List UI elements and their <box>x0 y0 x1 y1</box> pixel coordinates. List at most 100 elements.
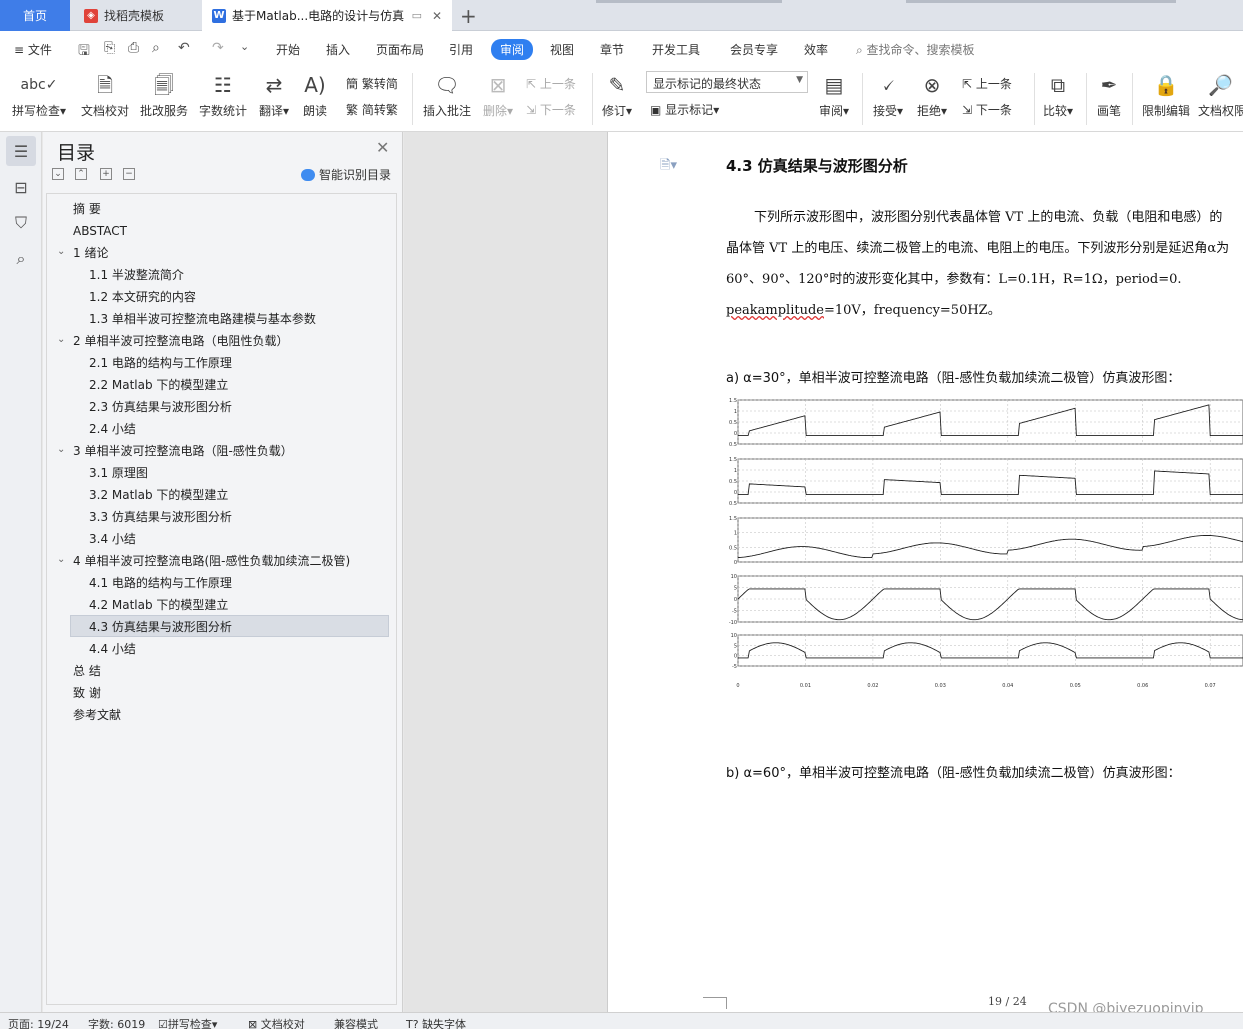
search-icon[interactable]: ⌕ <box>6 244 36 274</box>
menu-4[interactable]: 审阅 <box>491 39 534 60</box>
markup-state-select[interactable]: 显示标记的最终状态 ▼ <box>646 71 808 93</box>
close-icon[interactable]: ✕ <box>376 138 389 157</box>
chapter-pane-icon[interactable]: ⊟ <box>6 172 36 202</box>
menu-7[interactable]: 开发工具 <box>652 41 700 58</box>
show-markup-button[interactable]: ▣ 显示标记▾ <box>650 101 719 118</box>
print-icon[interactable]: ⎙ <box>128 40 139 56</box>
toc-item[interactable]: 4.3 仿真结果与波形图分析 <box>89 616 232 638</box>
new-tab-button[interactable]: + <box>460 4 477 28</box>
toc-item[interactable]: 1.1 半波整流简介 <box>89 264 184 286</box>
toc-item[interactable]: ABSTACT <box>73 220 127 242</box>
menu-0[interactable]: 开始 <box>276 41 300 58</box>
menu-5[interactable]: 视图 <box>550 41 574 58</box>
pen-button[interactable]: ✒ 画笔 <box>1094 70 1124 119</box>
toc-item[interactable]: 3.2 Matlab 下的模型建立 <box>89 484 228 506</box>
toc-pane-icon[interactable]: ☰ <box>6 136 36 166</box>
menu-2[interactable]: 页面布局 <box>376 41 424 58</box>
menu-9[interactable]: 效率 <box>804 41 828 58</box>
accept-button[interactable]: 🗸 接受▾ <box>870 70 906 119</box>
add-heading-icon[interactable]: + <box>100 168 112 180</box>
cloud-sync-icon[interactable]: ▭ <box>412 9 422 22</box>
batch-service-button[interactable]: 🗐 批改服务 <box>140 70 188 119</box>
next-change-button[interactable]: ⇲ 下一条 <box>962 101 1012 118</box>
tab-document[interactable]: W 基于Matlab...电路的设计与仿真 ▭ ✕ <box>202 0 452 31</box>
chevron-down-icon[interactable]: ⌄ <box>57 444 65 455</box>
chevron-down-icon[interactable]: ⌄ <box>240 40 249 53</box>
word-count[interactable]: 字数: 6019 <box>88 1016 145 1029</box>
toc-item[interactable]: 3.4 小结 <box>89 528 136 550</box>
tab-template[interactable]: ◈ 找稻壳模板 <box>74 0 198 31</box>
toc-item[interactable]: 3.1 原理图 <box>89 462 148 484</box>
toc-item[interactable]: 2.4 小结 <box>89 418 136 440</box>
export-pdf-icon[interactable]: ⎘ <box>104 40 115 56</box>
page-indicator[interactable]: 页面: 19/24 <box>8 1016 69 1029</box>
checkbox-icon: ☑ <box>158 1018 168 1029</box>
next-comment-button[interactable]: ⇲ 下一条 <box>526 101 576 118</box>
smart-toc-button[interactable]: 智能识别目录 <box>301 166 391 183</box>
toc-item[interactable]: 2.3 仿真结果与波形图分析 <box>89 396 232 418</box>
translate-label: 翻译 <box>258 104 283 118</box>
chevron-down-icon[interactable]: ⌄ <box>57 246 65 257</box>
prev-comment-button[interactable]: ⇱ 上一条 <box>526 75 576 92</box>
menu-8[interactable]: 会员专享 <box>730 41 778 58</box>
prev-change-button[interactable]: ⇱ 上一条 <box>962 75 1012 92</box>
toc-item[interactable]: 2.2 Matlab 下的模型建立 <box>89 374 228 396</box>
delete-label: 删除 <box>482 104 507 118</box>
reject-button[interactable]: ⊗ 拒绝▾ <box>914 70 950 119</box>
toc-item[interactable]: 总 结 <box>73 660 101 682</box>
chevron-down-icon[interactable]: ⌄ <box>57 554 65 565</box>
close-tab-icon[interactable]: ✕ <box>432 9 442 23</box>
doc-check-button[interactable]: 🗎 文档校对 <box>80 70 130 119</box>
file-menu[interactable]: ≡ 文件 <box>14 41 52 58</box>
spellcheck-button[interactable]: abc✓ 拼写检查▾ <box>10 70 68 119</box>
y-tick-label: 10 <box>731 574 737 580</box>
word-count-label: 字数统计 <box>198 104 247 118</box>
toc-item[interactable]: 4.1 电路的结构与工作原理 <box>89 572 232 594</box>
toc-item[interactable]: 2.1 电路的结构与工作原理 <box>89 352 232 374</box>
compare-button[interactable]: ⧉ 比较▾ <box>1040 70 1076 119</box>
save-icon[interactable]: 🖫 <box>78 40 90 64</box>
translate-button[interactable]: ⇄ 翻译▾ <box>256 70 292 119</box>
toc-item[interactable]: 摘 要 <box>73 198 101 220</box>
toc-item[interactable]: 4 单相半波可控整流电路(阻-感性负载加续流二极管) <box>73 550 350 572</box>
toc-item[interactable]: 2 单相半波可控整流电路（电阻性负载） <box>73 330 288 352</box>
chevron-down-icon[interactable]: ⌄ <box>57 334 65 345</box>
toc-item[interactable]: 1.3 单相半波可控整流电路建模与基本参数 <box>89 308 316 330</box>
tab-home[interactable]: 首页 <box>0 0 70 31</box>
toc-item[interactable]: 3 单相半波可控整流电路（阻-感性负载） <box>73 440 293 462</box>
delete-comment-button[interactable]: ⊠ 删除▾ <box>480 70 516 119</box>
expand-up-icon[interactable]: ⌃ <box>75 168 87 180</box>
bookmark-icon[interactable]: ⛉ <box>6 208 36 238</box>
paragraph-handle-icon[interactable]: 🗎▾ <box>660 156 677 178</box>
toc-item[interactable]: 1.2 本文研究的内容 <box>89 286 196 308</box>
redo-icon[interactable]: ↷ <box>212 40 224 56</box>
doc-permission-button[interactable]: 🔎 文档权限 <box>1198 70 1243 119</box>
track-changes-button[interactable]: ✎ 修订▾ <box>598 70 636 119</box>
status-doccheck[interactable]: ⊠ 文档校对 <box>248 1016 305 1029</box>
command-search[interactable]: ⌕ 查找命令、搜索模板 <box>856 41 975 58</box>
compare-label: 比较 <box>1042 104 1067 118</box>
misspelled-word[interactable]: peakamplitude <box>726 303 824 318</box>
read-aloud-button[interactable]: A) 朗读 <box>300 70 330 119</box>
undo-icon[interactable]: ↶ <box>178 40 190 56</box>
menu-6[interactable]: 章节 <box>600 41 624 58</box>
toc-item[interactable]: 1 绪论 <box>73 242 108 264</box>
toc-item[interactable]: 4.2 Matlab 下的模型建立 <box>89 594 228 616</box>
print-preview-icon[interactable]: ⌕ <box>152 40 160 56</box>
menu-3[interactable]: 引用 <box>449 41 473 58</box>
toc-item[interactable]: 4.4 小结 <box>89 638 136 660</box>
status-spellcheck[interactable]: ☑拼写检查▾ <box>158 1016 217 1029</box>
restrict-edit-button[interactable]: 🔒 限制编辑 <box>1140 70 1192 119</box>
toc-item[interactable]: 致 谢 <box>73 682 101 704</box>
menu-1[interactable]: 插入 <box>326 41 350 58</box>
collapse-all-icon[interactable]: ⌄ <box>52 168 64 180</box>
review-pane-button[interactable]: ▤ 审阅▾ <box>816 70 852 119</box>
toc-item[interactable]: 3.3 仿真结果与波形图分析 <box>89 506 232 528</box>
to-simplified-button[interactable]: 繁 简转繁 <box>346 101 398 118</box>
word-count-button[interactable]: ☷ 字数统计 <box>198 70 248 119</box>
to-traditional-button[interactable]: 簡 繁转简 <box>346 75 398 92</box>
insert-comment-button[interactable]: 🗨 插入批注 <box>420 70 474 119</box>
missing-font[interactable]: T? 缺失字体 <box>406 1016 466 1029</box>
remove-heading-icon[interactable]: − <box>123 168 135 180</box>
toc-item[interactable]: 参考文献 <box>73 704 121 726</box>
